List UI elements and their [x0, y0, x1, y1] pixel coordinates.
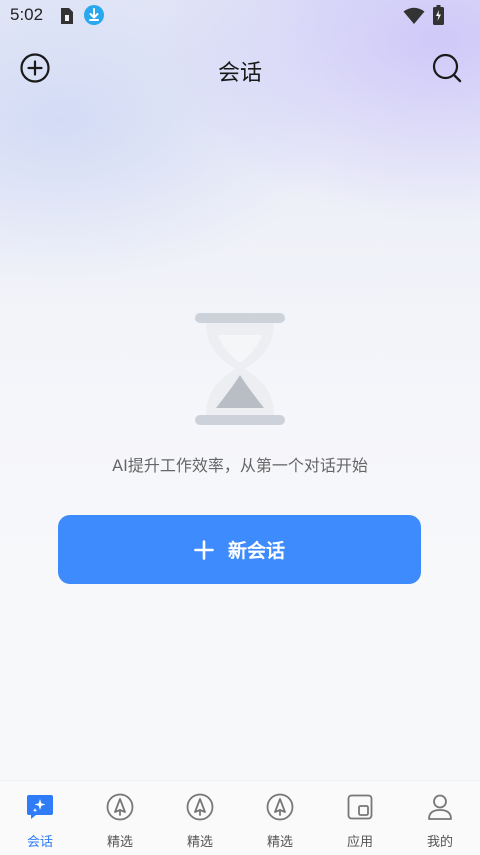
search-icon[interactable]	[431, 52, 463, 84]
pen-nib-icon	[266, 793, 294, 821]
status-bar: 5:02	[0, 0, 480, 32]
nav-item-featured-1[interactable]: 精选	[80, 781, 160, 855]
battery-icon	[433, 5, 444, 25]
hourglass-icon	[195, 313, 285, 425]
nav-label-chat: 会话	[26, 835, 53, 850]
nav-label-featured-3: 精选	[266, 835, 293, 850]
bottom-nav: 会话 精选 精选 精选 应用 我的	[0, 780, 480, 855]
nav-item-profile[interactable]: 我的	[400, 781, 480, 855]
apps-icon	[347, 794, 373, 820]
header: 会话	[0, 40, 480, 96]
pen-nib-icon	[186, 793, 214, 821]
plus-icon	[194, 539, 214, 560]
new-chat-button[interactable]: 新会话	[58, 515, 421, 584]
chat-sparkle-icon	[27, 795, 53, 819]
app-screen: 5:02 会话 AI提升工作效率，从第一个对话开始 新会话 会话 精选 精选 精…	[0, 0, 480, 855]
pen-nib-icon	[106, 793, 134, 821]
status-time: 5:02	[10, 5, 44, 24]
nav-label-featured-1: 精选	[106, 835, 133, 850]
wifi-icon	[403, 7, 425, 24]
download-icon	[84, 5, 104, 25]
person-icon	[428, 794, 452, 820]
new-chat-label: 新会话	[227, 540, 285, 562]
nav-label-profile: 我的	[426, 835, 453, 850]
empty-state-text: AI提升工作效率，从第一个对话开始	[112, 456, 368, 475]
sim-card-icon	[61, 8, 73, 24]
nav-label-apps: 应用	[346, 835, 373, 850]
nav-item-chat[interactable]: 会话	[0, 781, 80, 855]
nav-item-featured-3[interactable]: 精选	[240, 781, 320, 855]
page-title: 会话	[217, 61, 262, 86]
nav-label-featured-2: 精选	[186, 835, 213, 850]
nav-item-featured-2[interactable]: 精选	[160, 781, 240, 855]
nav-item-apps[interactable]: 应用	[320, 781, 400, 855]
